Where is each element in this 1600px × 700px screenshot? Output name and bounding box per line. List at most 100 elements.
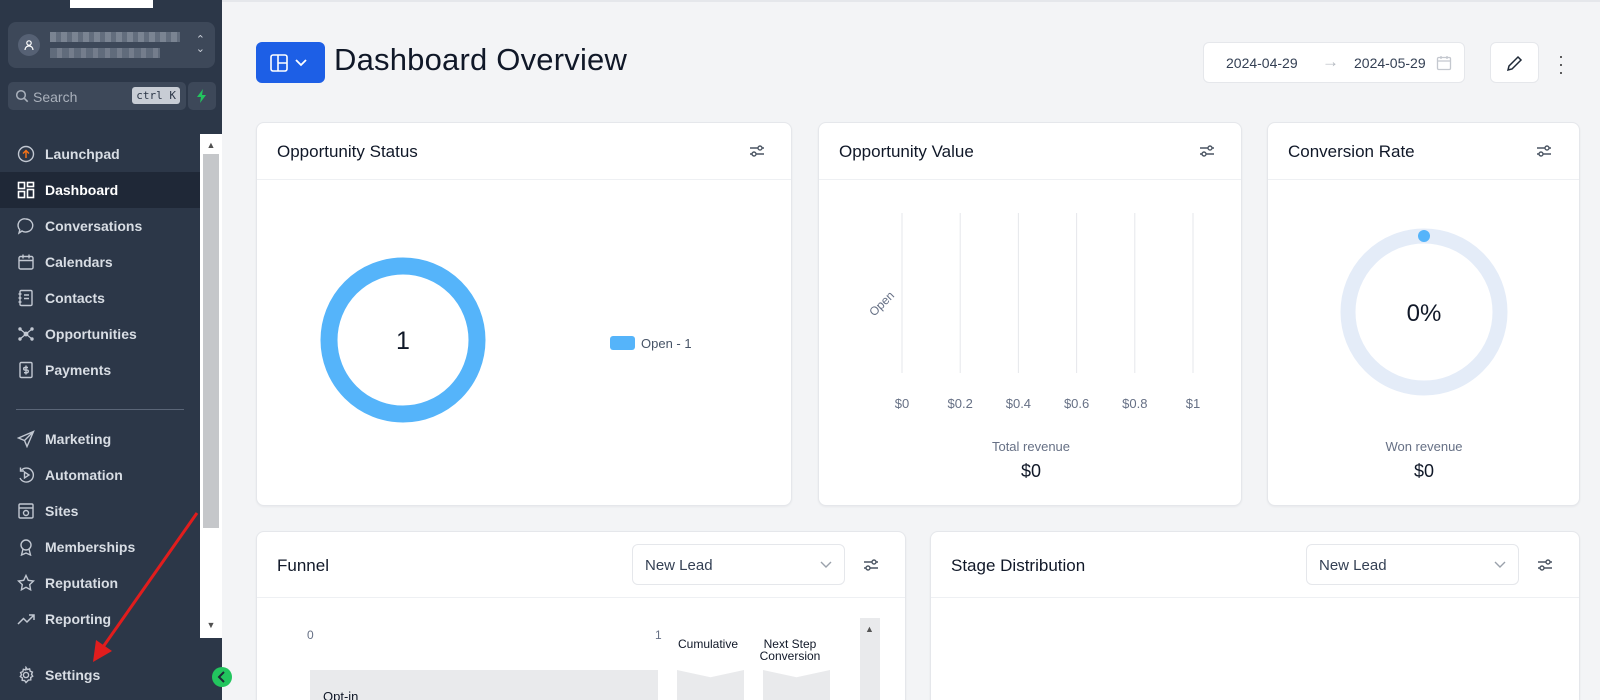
card-title: Funnel <box>277 556 329 575</box>
total-revenue-value: $0 <box>1020 461 1042 481</box>
sidebar-item-memberships[interactable]: Memberships <box>0 529 200 565</box>
search-placeholder: Search <box>33 89 78 105</box>
sidebar-item-launchpad[interactable]: Launchpad <box>0 136 200 172</box>
funnel-col-cumulative: Cumulative <box>677 637 739 651</box>
sidebar-item-label: Automation <box>45 467 123 483</box>
sidebar-item-label: Sites <box>45 503 79 519</box>
x-tick-label: $0.8 <box>1122 396 1147 411</box>
award-ribbon-icon <box>16 537 36 557</box>
sidebar-item-label: Dashboard <box>45 182 119 198</box>
x-tick-label: $0 <box>895 396 909 411</box>
sidebar-item-marketing[interactable]: Marketing <box>0 421 200 457</box>
sidebar-item-contacts[interactable]: Contacts <box>0 280 200 316</box>
conversion-rate-card: Conversion Rate 0% Won revenue $0 <box>1267 122 1580 506</box>
layout-switch-button[interactable] <box>256 42 325 83</box>
filter-sliders-icon[interactable] <box>863 558 879 572</box>
card-header: Opportunity Status <box>257 123 791 180</box>
sidebar-item-conversations[interactable]: Conversations <box>0 208 200 244</box>
sidebar-divider <box>16 409 184 410</box>
top-border <box>222 0 1600 2</box>
chevron-updown-icon: ⌃ ⌄ <box>195 34 205 55</box>
dashboard-grid-icon <box>16 180 36 200</box>
x-tick-label: $0.6 <box>1064 396 1089 411</box>
funnel-axis-min: 0 <box>307 628 314 642</box>
search-input[interactable]: Search ctrl K <box>8 82 186 110</box>
date-end: 2024-05-29 <box>1354 55 1426 71</box>
sidebar-item-label: Marketing <box>45 431 112 447</box>
funnel-cumulative-cell <box>677 670 744 700</box>
sidebar-item-label: Launchpad <box>45 146 120 162</box>
company-logo[interactable] <box>70 0 153 8</box>
layout-panels-icon <box>270 54 307 72</box>
arrow-right-icon: → <box>1322 52 1339 71</box>
sidebar-item-reputation[interactable]: Reputation <box>0 565 200 601</box>
filter-sliders-icon[interactable] <box>1536 144 1552 158</box>
card-header: Stage Distribution New Lead <box>931 532 1579 598</box>
scroll-up-arrow-icon[interactable]: ▲ <box>865 624 874 634</box>
won-revenue-value: $0 <box>1413 461 1435 481</box>
chevron-left-icon <box>217 671 225 683</box>
x-tick-label: $0.2 <box>948 396 973 411</box>
date-range-picker[interactable]: 2024-04-29 → 2024-05-29 <box>1203 42 1465 83</box>
sidebar-item-label: Contacts <box>45 290 105 306</box>
sidebar-item-label: Calendars <box>45 254 113 270</box>
sidebar-item-reporting[interactable]: Reporting <box>0 601 200 637</box>
sidebar-item-payments[interactable]: Payments <box>0 352 200 388</box>
scroll-down-arrow-icon[interactable]: ▼ <box>203 618 219 632</box>
gauge-progress-marker <box>1418 230 1430 242</box>
stage-distribution-pipeline-select[interactable]: New Lead <box>1306 544 1519 585</box>
payments-icon <box>16 360 36 380</box>
sidebar: ⌃ ⌄ Search ctrl K Launchpad Dashboard Con… <box>0 0 232 700</box>
opportunity-status-card: Opportunity Status 1 Open - 1 <box>256 122 792 506</box>
sites-browser-icon <box>16 501 36 521</box>
funnel-next-step-cell <box>763 670 830 700</box>
total-revenue-label: Total revenue <box>991 439 1071 454</box>
pencil-icon <box>1506 55 1523 72</box>
sidebar-item-opportunities[interactable]: Opportunities <box>0 316 200 352</box>
x-tick-label: $0.4 <box>1006 396 1031 411</box>
quick-action-button[interactable] <box>188 82 216 110</box>
collapse-sidebar-button[interactable] <box>212 667 232 687</box>
sidebar-item-label: Reporting <box>45 611 112 627</box>
sidebar-item-label: Opportunities <box>45 326 137 342</box>
sidebar-scrollbar-thumb[interactable] <box>203 154 219 528</box>
sidebar-item-dashboard[interactable]: Dashboard <box>0 172 200 208</box>
scroll-up-arrow-icon[interactable]: ▲ <box>203 138 219 152</box>
sidebar-item-calendars[interactable]: Calendars <box>0 244 200 280</box>
won-revenue-label: Won revenue <box>1385 439 1463 454</box>
send-plane-icon <box>16 429 36 449</box>
filter-sliders-icon[interactable] <box>1537 558 1553 572</box>
sidebar-item-automation[interactable]: Automation <box>0 457 200 493</box>
sidebar-item-sites[interactable]: Sites <box>0 493 200 529</box>
sidebar-item-settings[interactable]: Settings <box>0 657 200 693</box>
filter-sliders-icon[interactable] <box>749 144 765 158</box>
page-title: Dashboard Overview <box>334 42 628 77</box>
gear-icon <box>16 665 36 685</box>
opportunity-status-donut-chart: 1 <box>320 257 486 423</box>
gauge-center-label: 0% <box>1407 300 1442 327</box>
date-start: 2024-04-29 <box>1226 55 1298 71</box>
legend-label-open: Open - 1 <box>641 336 692 351</box>
edit-dashboard-button[interactable] <box>1490 42 1539 83</box>
select-value: New Lead <box>645 557 713 574</box>
conversion-rate-gauge-chart: 0% <box>1340 228 1508 396</box>
opportunity-value-card: Opportunity Value $0 $0.2 $0.4 $0.6 $0.8 $1 Op… <box>818 122 1242 506</box>
chat-bubble-icon <box>16 216 36 236</box>
sidebar-item-label: Settings <box>45 667 101 683</box>
account-switcher[interactable]: ⌃ ⌄ <box>8 22 215 68</box>
stage-distribution-card: Stage Distribution New Lead <box>930 531 1580 700</box>
funnel-scrollbar[interactable]: ▲ <box>860 618 880 700</box>
sidebar-item-label: Payments <box>45 362 112 378</box>
more-options-kebab-icon[interactable]: · · · <box>1556 47 1566 81</box>
card-title: Conversion Rate <box>1288 142 1415 161</box>
search-icon <box>15 89 29 103</box>
card-title: Opportunity Status <box>277 142 418 161</box>
funnel-col-next-step-line2: Conversion <box>759 649 821 663</box>
funnel-pipeline-select[interactable]: New Lead <box>632 544 845 585</box>
sidebar-item-label: Memberships <box>45 539 136 555</box>
legend-swatch-open <box>610 336 635 350</box>
launchpad-icon <box>16 144 36 164</box>
opportunities-nodes-icon <box>16 324 36 344</box>
calendar-icon <box>16 252 36 272</box>
x-tick-label: $1 <box>1186 396 1200 411</box>
